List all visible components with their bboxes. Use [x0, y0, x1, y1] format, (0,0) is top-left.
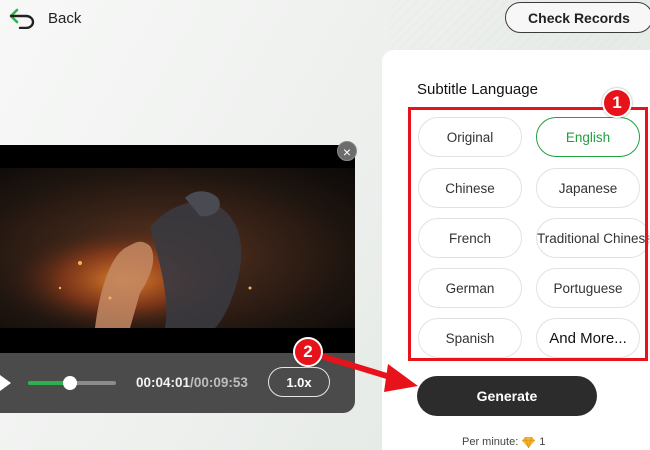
per-minute-label: Per minute: — [462, 436, 519, 448]
per-minute-value: 1 — [539, 436, 546, 448]
check-records-button[interactable]: Check Records — [505, 2, 650, 33]
progress-knob[interactable] — [62, 376, 77, 390]
duration: 00:09:53 — [193, 375, 248, 390]
play-icon[interactable] — [0, 375, 12, 391]
lang-option-portuguese[interactable]: Portuguese — [536, 268, 640, 308]
lang-option-traditional-chinese[interactable]: Traditional Chinese — [536, 218, 650, 258]
lang-option-japanese[interactable]: Japanese — [536, 168, 640, 208]
lang-option-english[interactable]: English — [536, 117, 640, 157]
lang-option-more[interactable]: And More... — [536, 318, 640, 358]
generate-button[interactable]: Generate — [417, 376, 597, 416]
gem-icon — [522, 436, 536, 448]
per-minute-cost: Per minute: 1 — [462, 436, 545, 448]
back-arrow-icon — [9, 8, 35, 29]
lang-option-chinese[interactable]: Chinese — [418, 168, 522, 208]
time-display: 00:04:01/00:09:53 — [136, 375, 248, 390]
back-button[interactable]: Back — [8, 6, 81, 30]
lang-option-original[interactable]: Original — [418, 117, 522, 157]
close-icon[interactable]: × — [337, 141, 357, 161]
progress-track[interactable] — [28, 376, 116, 390]
lang-option-french[interactable]: French — [418, 218, 522, 258]
panel-title: Subtitle Language — [417, 81, 538, 98]
back-label: Back — [48, 9, 82, 27]
lang-option-german[interactable]: German — [418, 268, 522, 308]
video-scene-image — [0, 168, 355, 328]
annotation-step-1-badge: 1 — [602, 88, 632, 118]
annotation-step-2-badge: 2 — [293, 337, 323, 367]
video-frame[interactable] — [0, 168, 355, 328]
current-time: 00:04:01 — [136, 375, 191, 390]
